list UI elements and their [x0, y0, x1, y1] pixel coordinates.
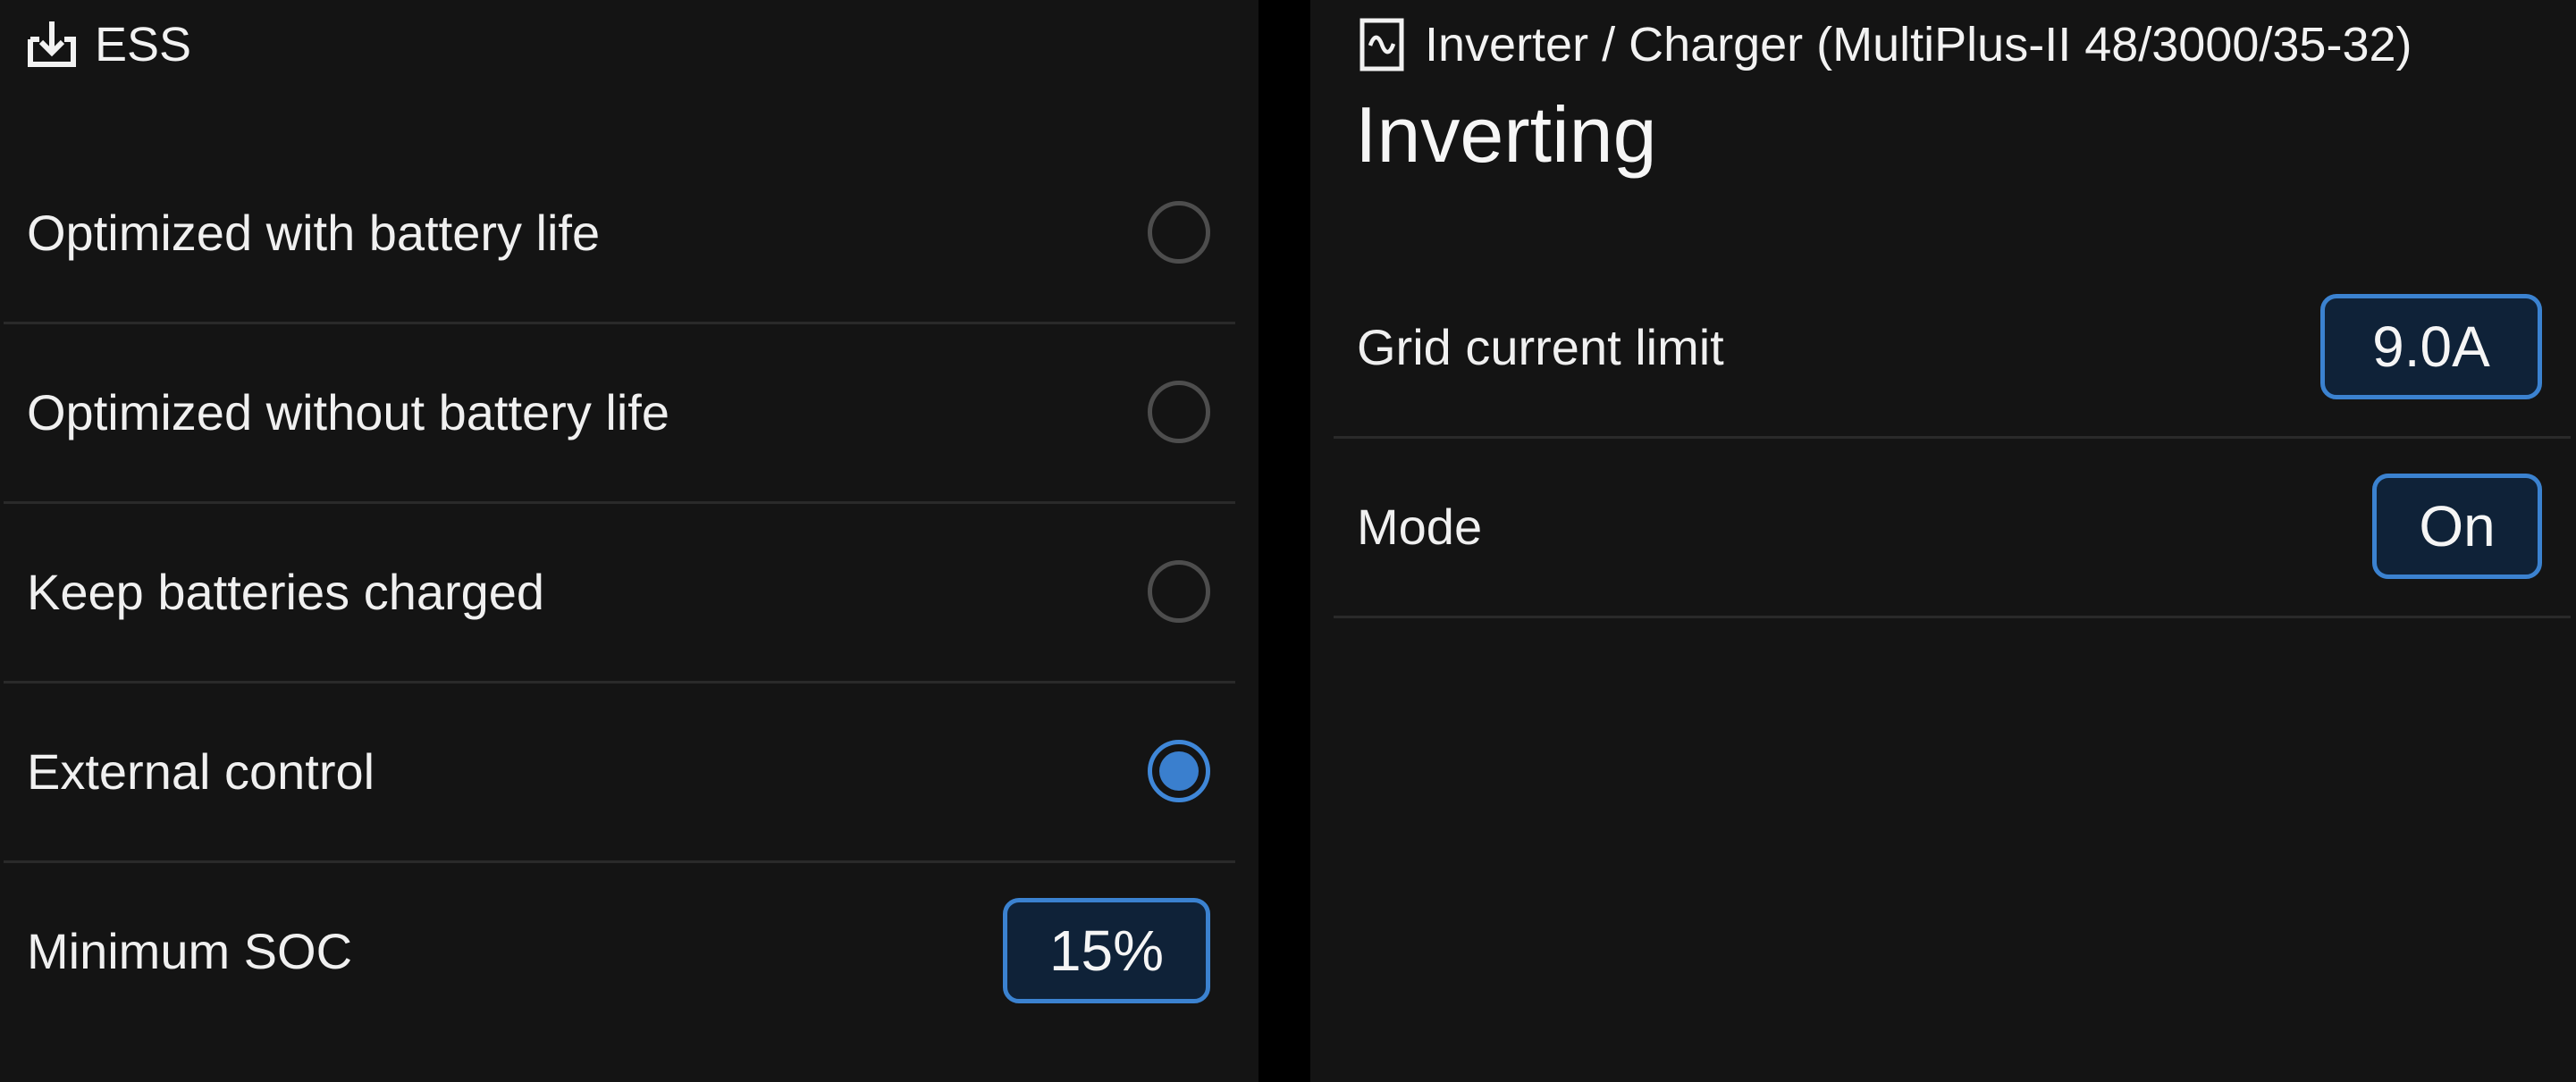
ess-panel: ESS Optimized with battery life Optimize…	[0, 0, 1259, 1082]
ess-header: ESS	[25, 13, 191, 77]
inverter-title: Inverter / Charger (MultiPlus-II 48/3000…	[1425, 18, 2412, 71]
grid-current-limit-row: Grid current limit 9.0A	[1310, 257, 2576, 436]
grid-current-limit-value-button[interactable]: 9.0A	[2320, 294, 2542, 399]
ess-mode-radio[interactable]	[1148, 201, 1210, 264]
divider	[1334, 616, 2571, 618]
ess-mode-radio[interactable]	[1148, 381, 1210, 443]
ess-mode-radio-selected[interactable]	[1148, 740, 1210, 802]
ess-mode-label: Optimized without battery life	[27, 383, 669, 440]
download-tray-icon	[25, 18, 79, 71]
ess-mode-external-control[interactable]: External control	[0, 682, 1259, 860]
inverter-wave-icon	[1355, 18, 1409, 71]
inverter-status: Inverting	[1355, 90, 1657, 179]
mode-row: Mode On	[1310, 437, 2576, 616]
mode-value-button[interactable]: On	[2372, 474, 2542, 579]
ess-mode-optimized-with-battery-life[interactable]: Optimized with battery life	[0, 143, 1259, 322]
ess-mode-keep-batteries-charged[interactable]: Keep batteries charged	[0, 502, 1259, 681]
minimum-soc-label: Minimum SOC	[27, 922, 353, 979]
ess-mode-label: Keep batteries charged	[27, 563, 545, 620]
minimum-soc-row: Minimum SOC 15%	[0, 861, 1259, 1040]
ess-mode-optimized-without-battery-life[interactable]: Optimized without battery life	[0, 323, 1259, 501]
ess-mode-label: Optimized with battery life	[27, 204, 601, 261]
grid-current-limit-label: Grid current limit	[1357, 318, 1724, 375]
inverter-header: Inverter / Charger (MultiPlus-II 48/3000…	[1355, 13, 2412, 77]
minimum-soc-value-button[interactable]: 15%	[1003, 898, 1210, 1003]
ess-mode-label: External control	[27, 742, 375, 800]
mode-label: Mode	[1357, 498, 1483, 555]
inverter-panel: Inverter / Charger (MultiPlus-II 48/3000…	[1310, 0, 2576, 1082]
ess-title: ESS	[95, 18, 192, 71]
ess-mode-radio[interactable]	[1148, 560, 1210, 623]
